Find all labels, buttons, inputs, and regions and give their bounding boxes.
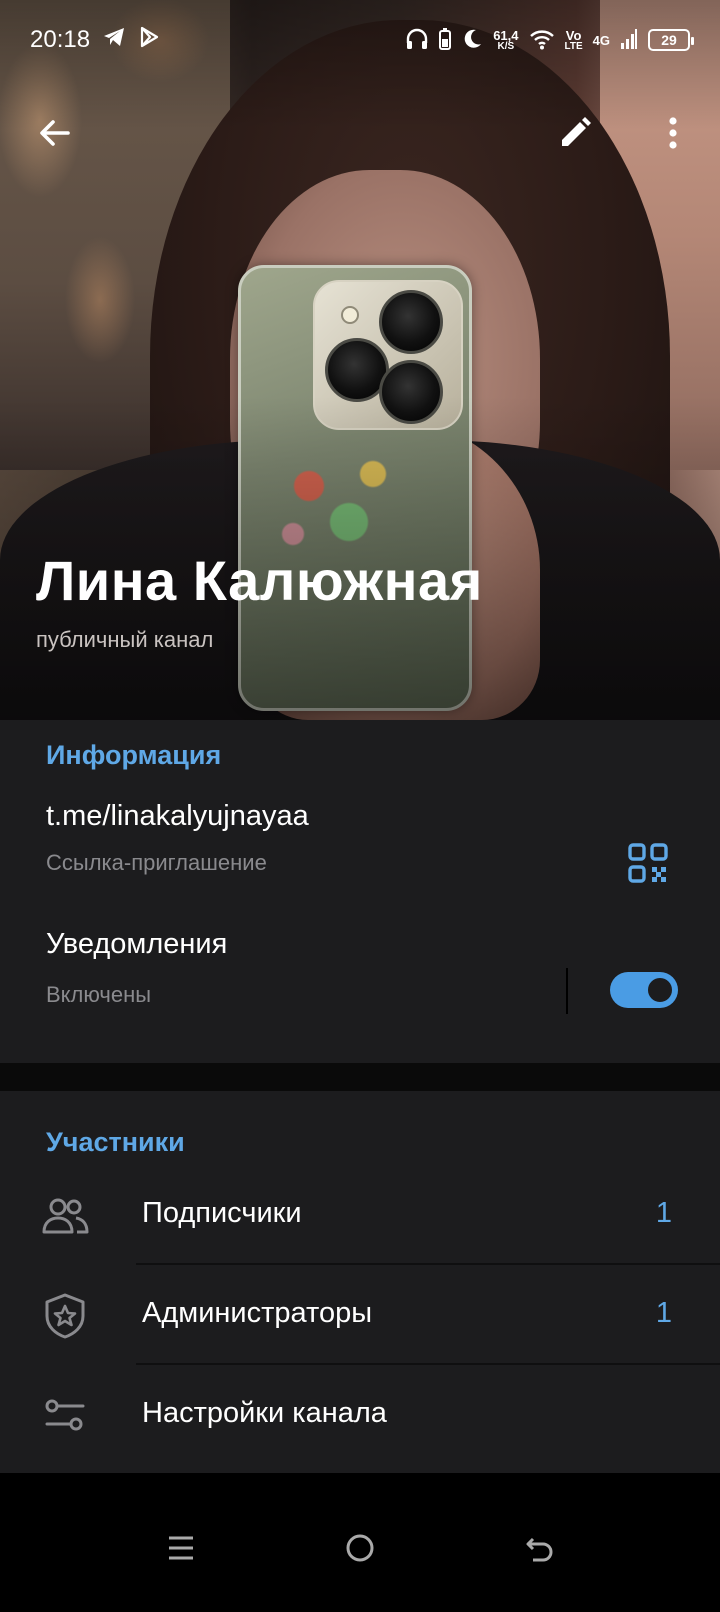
administrators-row[interactable]: Администраторы 1 — [0, 1265, 720, 1365]
status-right: 61,4 K/S Vo LTE 4G 29 — [405, 27, 694, 54]
users-icon — [40, 1191, 90, 1241]
shield-star-icon — [40, 1291, 90, 1341]
network-speed: 61,4 K/S — [493, 29, 518, 52]
info-section: Информация t.me/linakalyujnayaa Ссылка-п… — [0, 720, 720, 1063]
wifi-icon — [529, 28, 555, 53]
top-toolbar — [0, 100, 720, 170]
status-left: 20:18 — [30, 26, 160, 55]
back-arrow-icon — [525, 1533, 555, 1567]
administrators-count: 1 — [655, 1297, 672, 1329]
telegram-icon — [102, 26, 126, 55]
home-circle-icon — [345, 1533, 375, 1567]
invite-link[interactable]: t.me/linakalyujnayaa — [46, 800, 309, 833]
channel-profile-screen: 20:18 61,4 K/S Vo LTE 4G 29 Лина Калюжна… — [0, 0, 720, 1612]
subscribers-label: Подписчики — [142, 1197, 302, 1229]
channel-type: публичный канал — [36, 627, 214, 652]
subscribers-row[interactable]: Подписчики 1 — [0, 1165, 720, 1265]
menu-icon — [166, 1534, 196, 1566]
arrow-left-icon — [37, 115, 73, 155]
profile-header: Лина Калюжная публичный канал — [36, 548, 483, 653]
sliders-icon — [40, 1391, 90, 1441]
network-type: 4G — [593, 34, 610, 47]
battery-level: 29 — [661, 32, 677, 48]
volte-bottom: LTE — [564, 40, 583, 52]
more-vertical-icon — [667, 115, 679, 155]
edit-button[interactable] — [540, 100, 610, 170]
status-time: 20:18 — [30, 26, 91, 53]
volte-top: Vo — [565, 27, 582, 43]
moon-icon — [461, 28, 483, 53]
members-section: Участники Подписчики 1 Администраторы 1 … — [0, 1091, 720, 1473]
notifications-title: Уведомления — [46, 928, 228, 960]
info-section-header: Информация — [46, 740, 222, 770]
speed-value: 61,4 — [493, 27, 519, 43]
channel-settings-label: Настройки канала — [142, 1397, 387, 1429]
play-store-icon — [138, 26, 160, 55]
more-options-button[interactable] — [638, 100, 708, 170]
headphones-icon — [405, 27, 429, 54]
network-label: 4G — [592, 32, 610, 48]
qr-code-button[interactable] — [626, 841, 674, 889]
section-divider — [0, 1063, 720, 1091]
system-back-button[interactable] — [505, 1515, 575, 1585]
qr-code-icon — [626, 843, 670, 889]
pencil-icon — [557, 115, 593, 155]
battery-indicator: 29 — [648, 29, 694, 51]
divider — [566, 968, 568, 1014]
channel-name: Лина Калюжная — [36, 549, 483, 612]
system-navigation-bar — [0, 1473, 720, 1612]
recents-button[interactable] — [146, 1515, 216, 1585]
administrators-label: Администраторы — [142, 1297, 373, 1329]
battery-saver-icon — [439, 27, 452, 53]
back-button[interactable] — [20, 100, 90, 170]
toggle-knob — [644, 974, 676, 1006]
channel-settings-row[interactable]: Настройки канала — [0, 1365, 720, 1465]
notifications-toggle[interactable] — [610, 972, 678, 1008]
invite-link-caption: Ссылка-приглашение — [46, 850, 267, 875]
speed-unit: K/S — [497, 40, 515, 52]
status-bar: 20:18 61,4 K/S Vo LTE 4G 29 — [0, 0, 720, 80]
notifications-status: Включены — [46, 982, 152, 1007]
members-section-header: Участники — [46, 1127, 185, 1157]
signal-icon — [620, 28, 638, 53]
volte-indicator: Vo LTE — [565, 29, 583, 52]
subscribers-count: 1 — [655, 1197, 672, 1229]
home-button[interactable] — [325, 1515, 395, 1585]
